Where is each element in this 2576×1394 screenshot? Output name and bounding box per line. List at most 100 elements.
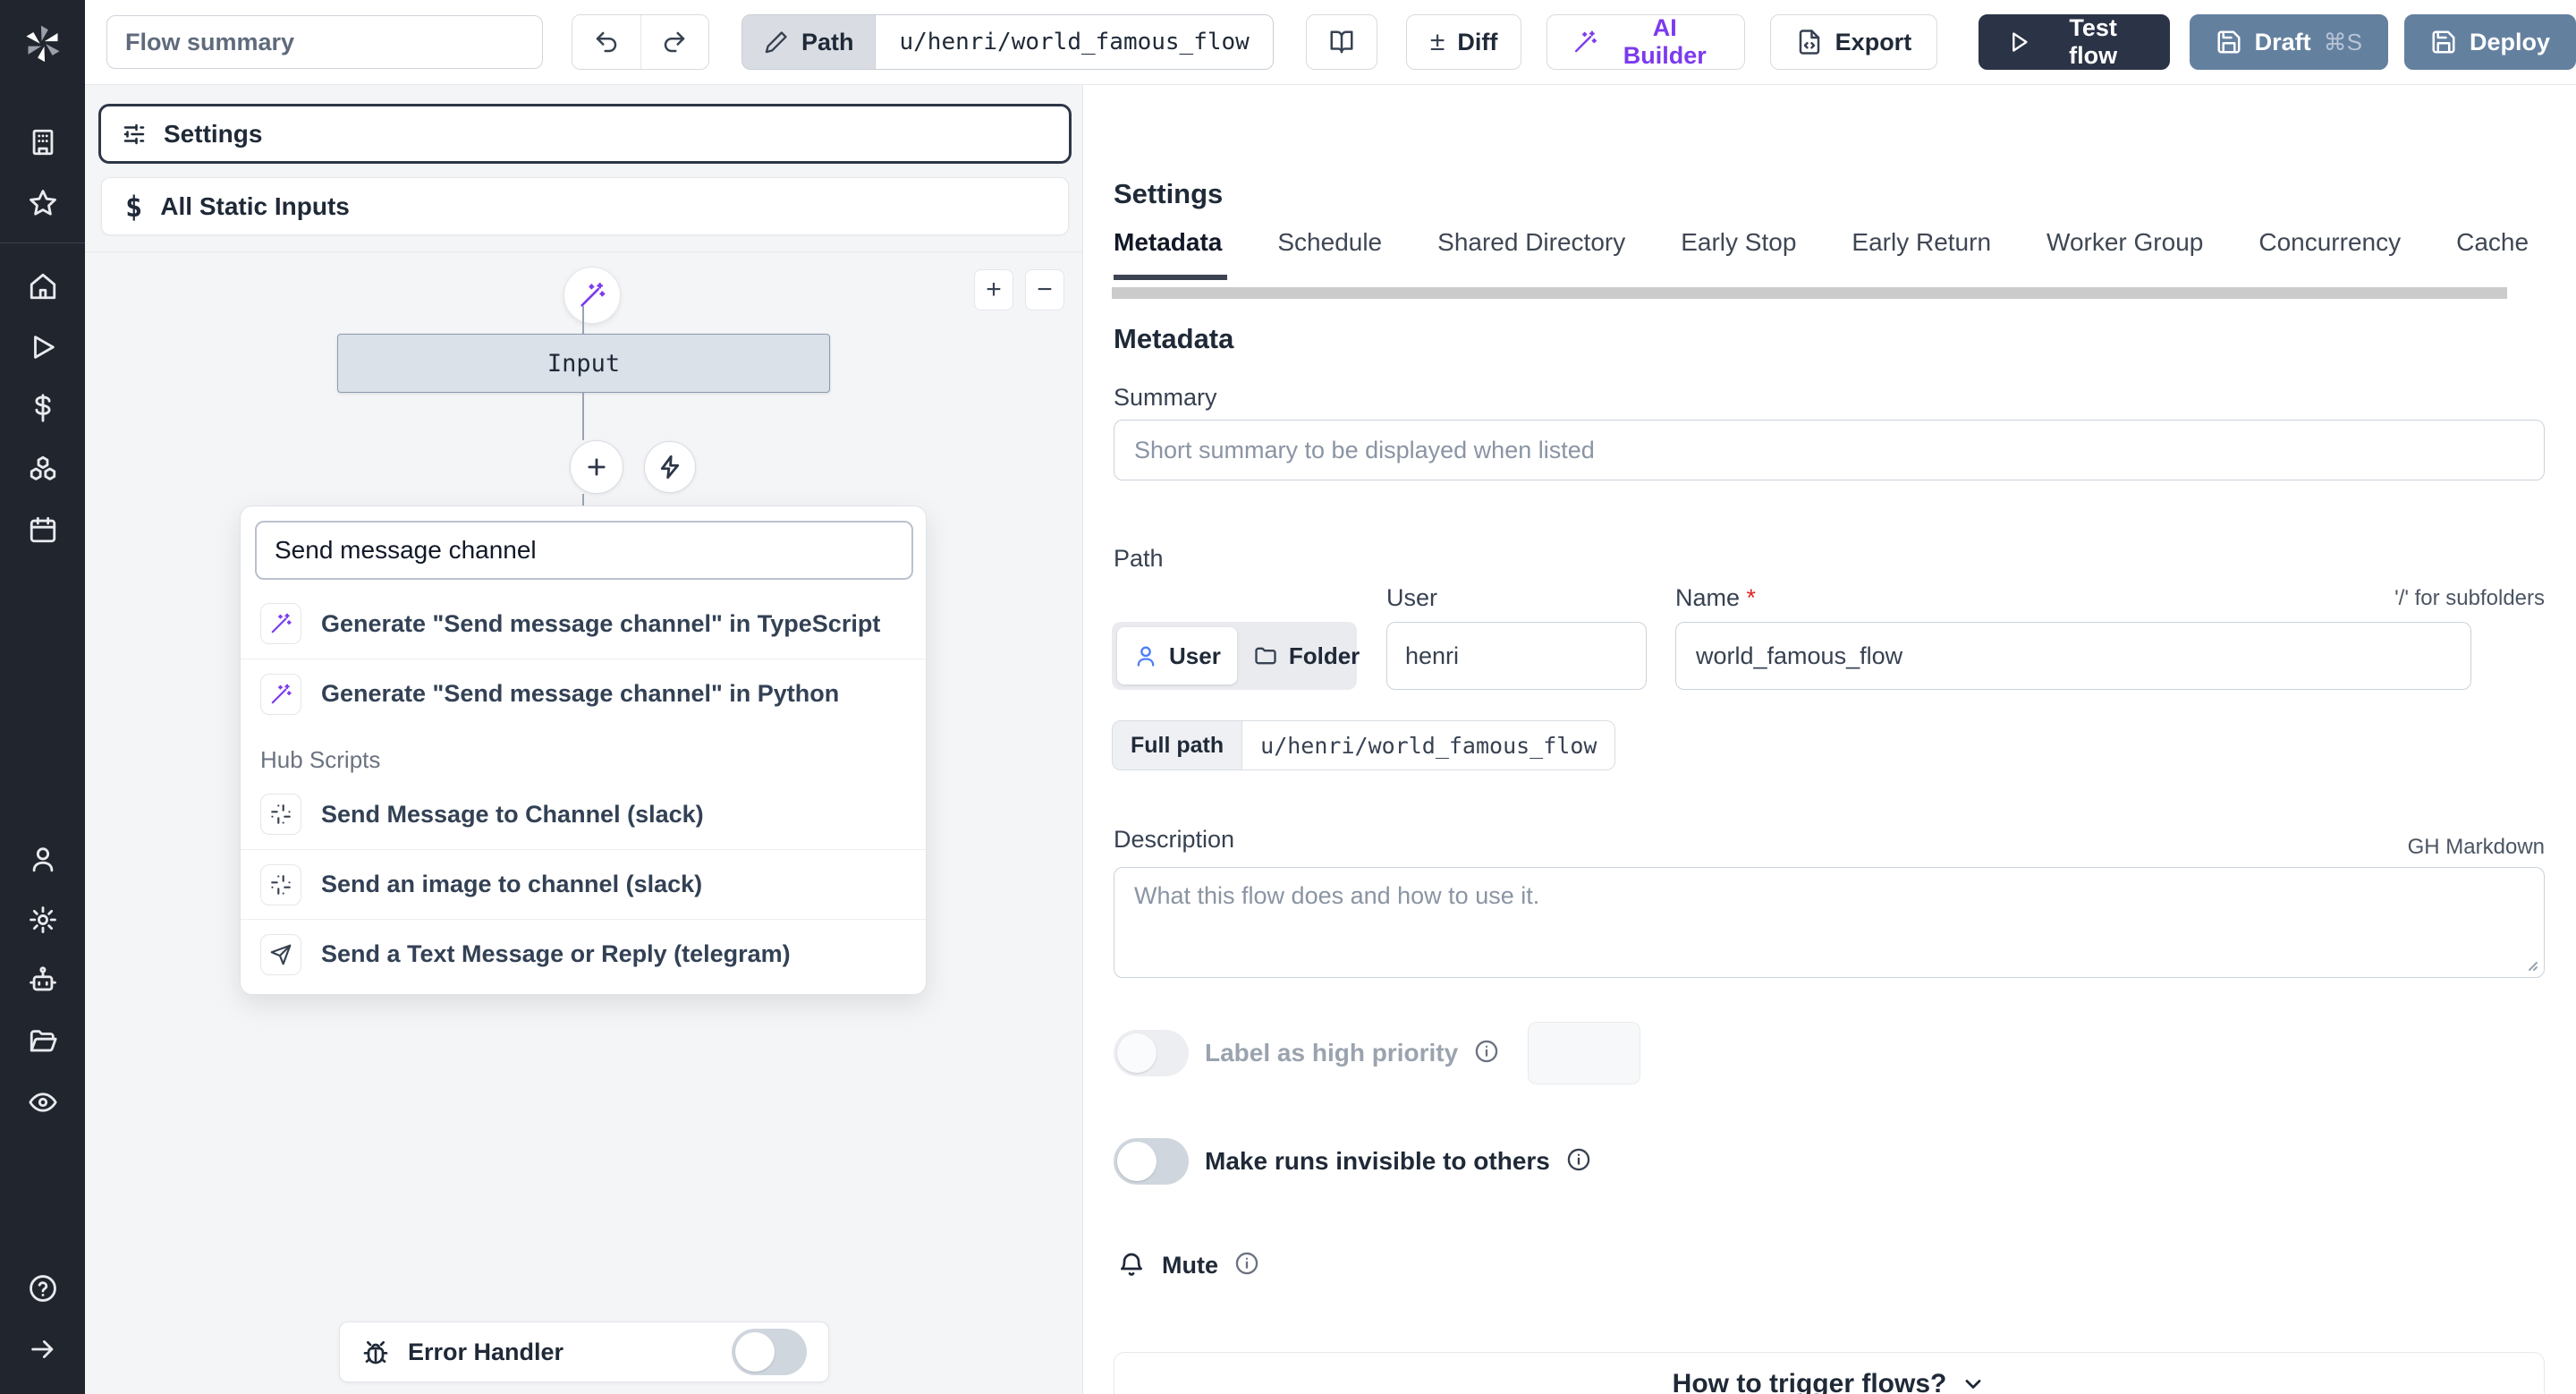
priority-value-input[interactable] bbox=[1528, 1022, 1641, 1084]
telegram-send-icon bbox=[260, 933, 301, 975]
workers-robot-icon[interactable] bbox=[0, 950, 85, 1011]
flow-editor-panel: Settings $ All Static Inputs + − Input G… bbox=[85, 85, 1083, 1394]
docs-book-button[interactable] bbox=[1305, 14, 1377, 70]
full-path-row: Full path u/henri/world_famous_flow bbox=[1112, 720, 1616, 770]
edit-path-button[interactable]: Path bbox=[741, 14, 876, 70]
owner-kind-folder-button[interactable]: Folder bbox=[1237, 627, 1376, 684]
variables-dollar-icon[interactable] bbox=[0, 378, 85, 438]
windmill-logo-icon[interactable] bbox=[0, 0, 85, 85]
settings-tabs: Metadata Schedule Shared Directory Early… bbox=[1114, 228, 2572, 273]
undo-button[interactable] bbox=[572, 15, 640, 69]
resources-cubes-icon[interactable] bbox=[0, 438, 85, 499]
plus-minus-icon: ± bbox=[1429, 27, 1445, 56]
deploy-button[interactable]: Deploy bbox=[2403, 14, 2576, 70]
zoom-in-button[interactable]: + bbox=[974, 269, 1013, 310]
add-step-button[interactable] bbox=[570, 440, 623, 494]
canvas-divider bbox=[85, 251, 1082, 252]
expand-sidebar-arrow-icon[interactable] bbox=[0, 1319, 85, 1380]
sliders-icon bbox=[123, 123, 145, 144]
error-handler-toggle[interactable] bbox=[732, 1329, 807, 1375]
hub-script-item[interactable]: Send a Text Message or Reply (telegram) bbox=[241, 919, 926, 989]
zoom-out-button[interactable]: − bbox=[1025, 269, 1064, 310]
runs-play-icon[interactable] bbox=[0, 317, 85, 378]
sidebar-divider bbox=[0, 242, 85, 243]
path-user-input[interactable] bbox=[1386, 622, 1647, 690]
diff-button[interactable]: ± Diff bbox=[1405, 14, 1522, 70]
redo-button[interactable] bbox=[640, 15, 708, 69]
magic-wand-icon bbox=[260, 673, 301, 715]
schedules-calendar-icon[interactable] bbox=[0, 499, 85, 560]
tabs-horizontal-scrollbar[interactable] bbox=[1112, 287, 2507, 299]
trigger-zap-button[interactable] bbox=[644, 441, 696, 493]
tab-shared-directory[interactable]: Shared Directory bbox=[1437, 228, 1625, 273]
active-tab-underline bbox=[1114, 275, 1227, 280]
audit-eye-icon[interactable] bbox=[0, 1072, 85, 1133]
favorites-star-icon[interactable] bbox=[0, 173, 85, 234]
markdown-hint: GH Markdown bbox=[2407, 835, 2545, 859]
subfolders-hint: '/' for subfolders bbox=[2394, 586, 2545, 610]
topbar: Path u/henri/world_famous_flow ± Diff AI… bbox=[85, 0, 2576, 85]
users-person-icon[interactable] bbox=[0, 829, 85, 889]
info-icon[interactable] bbox=[1474, 1039, 1499, 1068]
path-name-input[interactable] bbox=[1675, 622, 2471, 690]
save-icon bbox=[2432, 30, 2455, 54]
high-priority-toggle[interactable] bbox=[1114, 1030, 1189, 1076]
export-button[interactable]: Export bbox=[1769, 14, 1938, 70]
tab-metadata[interactable]: Metadata bbox=[1114, 228, 1222, 273]
folders-icon[interactable] bbox=[0, 1011, 85, 1072]
info-icon[interactable] bbox=[1234, 1251, 1259, 1280]
settings-gear-icon[interactable] bbox=[0, 889, 85, 950]
flow-settings-panel: Settings Metadata Schedule Shared Direct… bbox=[1083, 85, 2576, 1394]
how-to-trigger-flows-expander[interactable]: How to trigger flows? bbox=[1114, 1352, 2545, 1394]
high-priority-row: Label as high priority bbox=[1114, 1021, 1641, 1085]
flow-edge bbox=[582, 306, 584, 334]
bug-icon bbox=[363, 1341, 388, 1364]
ai-flow-wand-button[interactable] bbox=[564, 267, 621, 324]
flow-settings-node[interactable]: Settings bbox=[98, 104, 1072, 164]
test-flow-button[interactable]: Test flow bbox=[1979, 14, 2170, 70]
mute-row: Mute bbox=[1117, 1241, 1259, 1289]
home-icon[interactable] bbox=[0, 256, 85, 317]
description-textarea[interactable] bbox=[1114, 867, 2545, 978]
error-handler-node[interactable]: Error Handler bbox=[339, 1322, 829, 1382]
sidebar bbox=[0, 0, 85, 1394]
tab-worker-group[interactable]: Worker Group bbox=[2046, 228, 2203, 273]
chevron-down-icon bbox=[1965, 1380, 1981, 1389]
play-icon bbox=[2012, 32, 2028, 52]
magic-wand-icon bbox=[260, 603, 301, 644]
tab-early-stop[interactable]: Early Stop bbox=[1681, 228, 1796, 273]
info-icon[interactable] bbox=[1566, 1147, 1591, 1177]
path-value[interactable]: u/henri/world_famous_flow bbox=[875, 14, 1274, 70]
ai-builder-button[interactable]: AI Builder bbox=[1546, 14, 1745, 70]
path-label: Path bbox=[801, 28, 854, 55]
dollar-icon: $ bbox=[125, 189, 143, 224]
owner-kind-user-button[interactable]: User bbox=[1117, 627, 1237, 684]
input-node[interactable]: Input bbox=[337, 334, 830, 393]
summary-label: Summary bbox=[1114, 384, 1217, 411]
step-search-input[interactable] bbox=[255, 521, 913, 580]
invisible-runs-label: Make runs invisible to others bbox=[1205, 1147, 1550, 1175]
panel-title: Settings bbox=[1114, 178, 1224, 209]
open-book-icon bbox=[1330, 30, 1353, 54]
metadata-heading: Metadata bbox=[1114, 323, 1234, 354]
path-section-label: Path bbox=[1114, 545, 1164, 572]
plus-icon bbox=[588, 458, 606, 476]
all-static-inputs-node[interactable]: $ All Static Inputs bbox=[101, 177, 1069, 235]
flow-summary-input[interactable] bbox=[106, 15, 543, 69]
hub-script-item[interactable]: Send Message to Channel (slack) bbox=[241, 779, 926, 849]
hub-script-item[interactable]: Send an image to channel (slack) bbox=[241, 849, 926, 919]
tab-concurrency[interactable]: Concurrency bbox=[2258, 228, 2401, 273]
summary-input[interactable] bbox=[1114, 420, 2545, 480]
magic-wand-icon bbox=[1575, 30, 1597, 53]
generate-python-item[interactable]: Generate "Send message channel" in Pytho… bbox=[241, 659, 926, 728]
draft-button[interactable]: Draft ⌘S bbox=[2189, 14, 2388, 70]
generate-typescript-item[interactable]: Generate "Send message channel" in TypeS… bbox=[241, 589, 926, 659]
tab-early-return[interactable]: Early Return bbox=[1852, 228, 1991, 273]
invisible-runs-toggle[interactable] bbox=[1114, 1138, 1189, 1185]
folder-icon bbox=[1255, 647, 1276, 665]
tab-schedule[interactable]: Schedule bbox=[1277, 228, 1382, 273]
help-icon[interactable] bbox=[0, 1258, 85, 1319]
tab-cache[interactable]: Cache bbox=[2456, 228, 2529, 273]
workspace-building-icon[interactable] bbox=[0, 112, 85, 173]
file-code-icon bbox=[1799, 30, 1819, 55]
